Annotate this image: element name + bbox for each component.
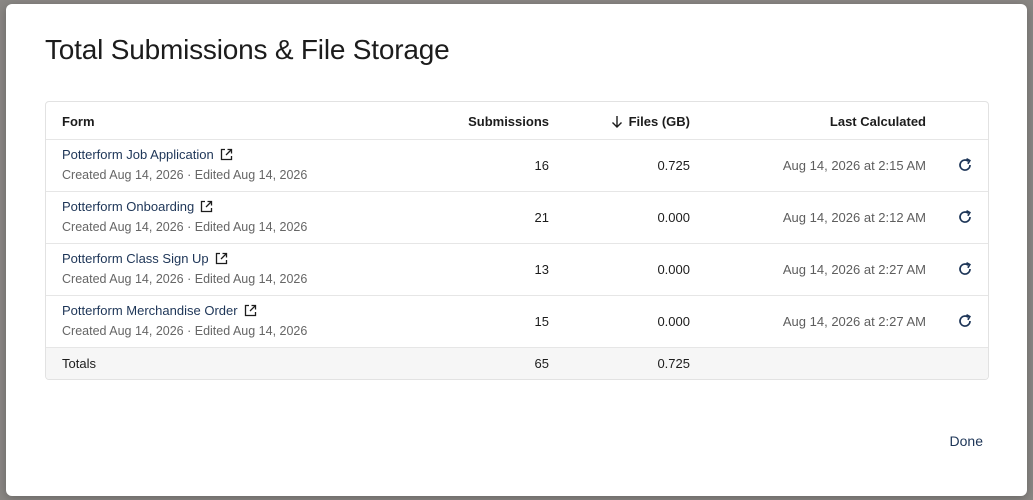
storage-table: Form Submissions Files (GB) Last Calcula… xyxy=(45,101,989,380)
modal-title: Total Submissions & File Storage xyxy=(45,34,450,65)
external-link-icon[interactable] xyxy=(220,148,233,161)
column-header-submissions[interactable]: Submissions xyxy=(468,114,549,129)
refresh-icon[interactable] xyxy=(957,209,973,225)
column-header-form[interactable]: Form xyxy=(62,114,95,129)
refresh-icon[interactable] xyxy=(957,157,973,173)
files-value: 0.000 xyxy=(657,314,690,329)
form-link[interactable]: Potterform Class Sign Up xyxy=(62,251,228,266)
external-link-icon[interactable] xyxy=(244,304,257,317)
totals-label: Totals xyxy=(62,356,96,371)
files-value: 0.000 xyxy=(657,262,690,277)
submissions-value: 21 xyxy=(534,210,549,225)
form-meta: Created Aug 14, 2026 · Edited Aug 14, 20… xyxy=(62,220,308,234)
modal-dialog: Total Submissions & File Storage Form Su… xyxy=(6,4,1027,496)
done-button[interactable]: Done xyxy=(950,433,983,449)
form-link[interactable]: Potterform Job Application xyxy=(62,147,233,162)
form-name: Potterform Job Application xyxy=(62,147,214,162)
arrow-down-icon xyxy=(611,116,622,128)
form-meta: Created Aug 14, 2026 · Edited Aug 14, 20… xyxy=(62,272,308,286)
form-name: Potterform Merchandise Order xyxy=(62,303,238,318)
column-header-files[interactable]: Files (GB) xyxy=(611,114,690,129)
table-row: Potterform Class Sign Up Created Aug 14,… xyxy=(46,244,988,296)
table-row: Potterform Merchandise Order Created Aug… xyxy=(46,296,988,348)
external-link-icon[interactable] xyxy=(215,252,228,265)
table-row: Potterform Job Application Created Aug 1… xyxy=(46,140,988,192)
form-name: Potterform Onboarding xyxy=(62,199,195,214)
form-name: Potterform Class Sign Up xyxy=(62,251,209,266)
form-meta: Created Aug 14, 2026 · Edited Aug 14, 20… xyxy=(62,168,308,182)
totals-row: Totals 65 0.725 xyxy=(46,348,988,379)
files-value: 0.725 xyxy=(657,158,690,173)
submissions-value: 16 xyxy=(534,158,549,173)
table-row: Potterform Onboarding Created Aug 14, 20… xyxy=(46,192,988,244)
last-calculated-value: Aug 14, 2026 at 2:27 AM xyxy=(782,262,926,277)
totals-files: 0.725 xyxy=(657,356,690,371)
submissions-value: 13 xyxy=(534,262,549,277)
column-header-files-label: Files (GB) xyxy=(628,114,690,129)
last-calculated-value: Aug 14, 2026 at 2:27 AM xyxy=(782,314,926,329)
table-header: Form Submissions Files (GB) Last Calcula… xyxy=(46,102,988,140)
form-meta: Created Aug 14, 2026 · Edited Aug 14, 20… xyxy=(62,324,308,338)
submissions-value: 15 xyxy=(534,314,549,329)
refresh-icon[interactable] xyxy=(957,313,973,329)
external-link-icon[interactable] xyxy=(200,200,213,213)
files-value: 0.000 xyxy=(657,210,690,225)
last-calculated-value: Aug 14, 2026 at 2:15 AM xyxy=(782,158,926,173)
totals-submissions: 65 xyxy=(534,356,549,371)
form-link[interactable]: Potterform Merchandise Order xyxy=(62,303,257,318)
form-link[interactable]: Potterform Onboarding xyxy=(62,199,213,214)
refresh-icon[interactable] xyxy=(957,261,973,277)
column-header-last-calculated[interactable]: Last Calculated xyxy=(830,114,926,129)
last-calculated-value: Aug 14, 2026 at 2:12 AM xyxy=(782,210,926,225)
